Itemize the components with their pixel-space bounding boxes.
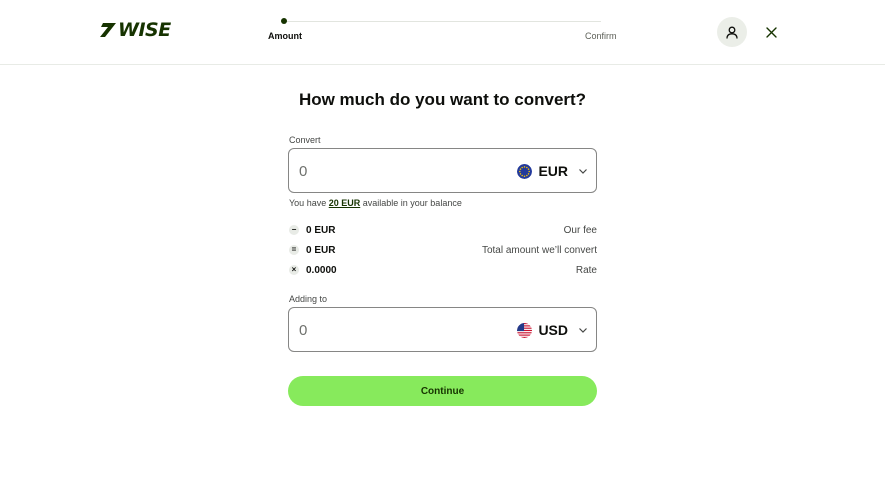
page-title: How much do you want to convert? <box>298 90 587 109</box>
chevron-down-icon <box>579 169 587 174</box>
close-button[interactable] <box>761 22 781 42</box>
total-label: Total amount we’ll convert <box>481 244 597 256</box>
rate-value: 0.0000 <box>306 264 337 276</box>
minus-icon: − <box>289 225 299 235</box>
adding-to-label: Adding to <box>289 294 328 304</box>
rate-label: Rate <box>575 264 597 276</box>
balance-info: You have 20 EUR available in your balanc… <box>289 198 462 209</box>
convert-amount-input[interactable] <box>299 159 489 183</box>
adding-amount-input[interactable] <box>299 318 489 342</box>
adding-amount-field: USD <box>288 307 597 352</box>
step-confirm: Confirm <box>585 31 617 41</box>
us-flag-icon <box>517 322 533 338</box>
balance-prefix: You have <box>289 198 327 208</box>
convert-currency-code: EUR <box>538 163 568 179</box>
convert-amount-field: EUR <box>288 148 597 193</box>
user-icon <box>726 26 738 39</box>
equals-icon: = <box>289 245 299 255</box>
balance-suffix: available in your balance <box>362 198 462 208</box>
convert-currency-select[interactable]: EUR <box>517 161 588 181</box>
stepper-track <box>284 21 601 22</box>
fee-row: − 0 EUR Our fee <box>289 223 597 237</box>
adding-currency-select[interactable]: USD <box>517 320 588 340</box>
stepper-current-dot <box>281 18 287 24</box>
balance-amount-link[interactable]: 20 EUR <box>329 198 361 208</box>
rate-row: × 0.0000 Rate <box>289 263 597 277</box>
account-button[interactable] <box>717 17 747 47</box>
total-value: 0 EUR <box>306 244 336 256</box>
step-amount: Amount <box>268 31 302 41</box>
multiply-icon: × <box>289 265 299 275</box>
close-icon <box>765 26 777 38</box>
eu-flag-icon <box>517 163 533 179</box>
top-bar: WISE Amount Confirm <box>0 0 885 65</box>
adding-currency-code: USD <box>538 322 568 338</box>
fee-value: 0 EUR <box>306 224 336 236</box>
fee-label: Our fee <box>563 224 597 236</box>
continue-button[interactable]: Continue <box>288 376 597 406</box>
total-row: = 0 EUR Total amount we’ll convert <box>289 243 597 257</box>
convert-label: Convert <box>289 135 321 145</box>
progress-stepper: Amount Confirm <box>0 0 885 65</box>
chevron-down-icon <box>579 328 587 333</box>
